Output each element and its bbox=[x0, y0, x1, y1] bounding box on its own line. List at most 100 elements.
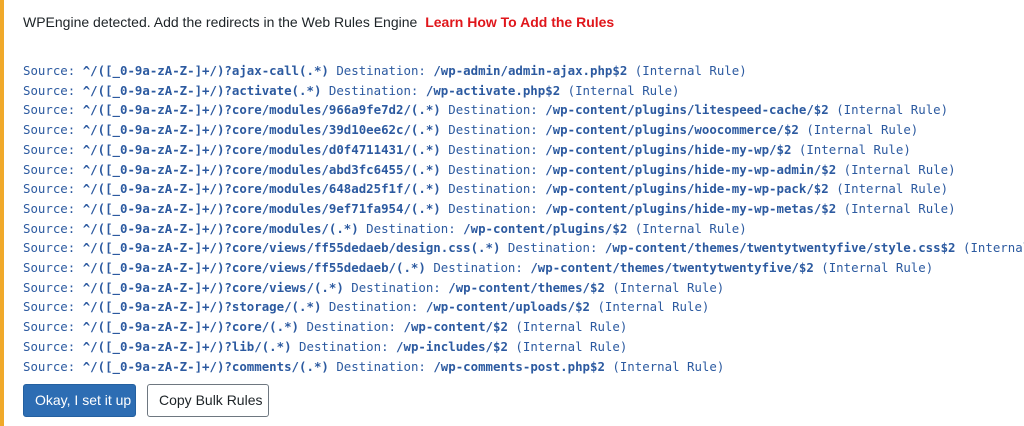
rule-source: ^/([_0-9a-zA-Z-]+/)?activate(.*) bbox=[82, 82, 322, 98]
rule-destination-label: Destination: bbox=[328, 82, 419, 98]
rule-destination: /wp-content/themes/twentytwentyfive/$2 bbox=[530, 260, 814, 276]
rule-destination: /wp-comments-post.php$2 bbox=[433, 358, 605, 374]
rule-destination: /wp-content/plugins/hide-my-wp-admin/$2 bbox=[545, 161, 837, 177]
rule-source: ^/([_0-9a-zA-Z-]+/)?core/modules/9ef71fa… bbox=[82, 200, 441, 216]
rule-note: (Internal Rule) bbox=[843, 161, 956, 177]
rule-source-label: Source: bbox=[23, 63, 76, 78]
redirect-rules-list: Source: ^/([_0-9a-zA-Z-]+/)?ajax-call(.*… bbox=[23, 61, 1024, 376]
rule-note: (Internal Rule) bbox=[634, 220, 747, 236]
rule-source: ^/([_0-9a-zA-Z-]+/)?core/modules/abd3fc6… bbox=[82, 161, 441, 177]
rule-destination: /wp-content/plugins/hide-my-wp/$2 bbox=[545, 141, 792, 157]
rule-source-label: Source: bbox=[23, 319, 76, 335]
rule-line: Source: ^/([_0-9a-zA-Z-]+/)?comments/(.*… bbox=[23, 357, 1024, 377]
rule-destination-label: Destination: bbox=[328, 299, 419, 315]
rule-destination: /wp-content/$2 bbox=[403, 319, 508, 335]
rule-source-label: Source: bbox=[23, 338, 76, 354]
copy-bulk-rules-button[interactable]: Copy Bulk Rules bbox=[147, 384, 269, 417]
rule-note: (Internal bbox=[963, 240, 1024, 256]
rule-line: Source: ^/([_0-9a-zA-Z-]+/)?core/modules… bbox=[23, 160, 1024, 180]
rule-line: Source: ^/([_0-9a-zA-Z-]+/)?core/modules… bbox=[23, 100, 1024, 120]
rule-source: ^/([_0-9a-zA-Z-]+/)?comments/(.*) bbox=[82, 358, 329, 374]
rule-source-label: Source: bbox=[23, 279, 76, 295]
rule-source-label: Source: bbox=[23, 200, 76, 216]
rule-source: ^/([_0-9a-zA-Z-]+/)?core/modules/(.*) bbox=[82, 220, 359, 236]
rule-destination-label: Destination: bbox=[507, 240, 598, 256]
rule-line: Source: ^/([_0-9a-zA-Z-]+/)?core/modules… bbox=[23, 140, 1024, 160]
notice-message: WPEngine detected. Add the redirects in … bbox=[23, 14, 418, 30]
rule-note: (Internal Rule) bbox=[798, 141, 911, 157]
rule-destination-label: Destination: bbox=[448, 102, 538, 118]
rule-destination-label: Destination: bbox=[336, 358, 426, 374]
rule-source-label: Source: bbox=[23, 260, 76, 276]
wpengine-notice: WPEngine detected. Add the redirects in … bbox=[0, 0, 1024, 426]
rule-destination: /wp-content/plugins/hide-my-wp-metas/$2 bbox=[545, 200, 837, 216]
rule-source-label: Source: bbox=[23, 299, 76, 315]
rule-source: ^/([_0-9a-zA-Z-]+/)?core/(.*) bbox=[82, 319, 300, 335]
rule-note: (Internal Rule) bbox=[612, 279, 725, 295]
rule-line: Source: ^/([_0-9a-zA-Z-]+/)?ajax-call(.*… bbox=[23, 61, 1024, 81]
rule-source: ^/([_0-9a-zA-Z-]+/)?core/views/(.*) bbox=[82, 279, 344, 295]
rule-note: (Internal Rule) bbox=[806, 122, 919, 138]
rule-destination-label: Destination: bbox=[306, 319, 397, 335]
rule-note: (Internal Rule) bbox=[612, 358, 725, 374]
rule-line: Source: ^/([_0-9a-zA-Z-]+/)?lib/(.*) Des… bbox=[23, 337, 1024, 357]
rule-source: ^/([_0-9a-zA-Z-]+/)?storage/(.*) bbox=[82, 299, 322, 315]
rule-line: Source: ^/([_0-9a-zA-Z-]+/)?core/views/(… bbox=[23, 278, 1024, 298]
rule-source-label: Source: bbox=[23, 161, 76, 177]
rule-line: Source: ^/([_0-9a-zA-Z-]+/)?core/(.*) De… bbox=[23, 317, 1024, 337]
rule-destination: /wp-includes/$2 bbox=[396, 338, 508, 354]
rule-destination: /wp-content/themes/twentytwentyfive/styl… bbox=[604, 240, 956, 256]
rule-note: (Internal Rule) bbox=[836, 102, 949, 118]
rule-line: Source: ^/([_0-9a-zA-Z-]+/)?activate(.*)… bbox=[23, 81, 1024, 101]
rule-source: ^/([_0-9a-zA-Z-]+/)?core/views/ff55dedae… bbox=[82, 260, 426, 276]
rule-destination-label: Destination: bbox=[433, 260, 523, 276]
rule-note: (Internal Rule) bbox=[843, 200, 956, 216]
rule-source: ^/([_0-9a-zA-Z-]+/)?core/modules/39d10ee… bbox=[82, 122, 441, 138]
rule-destination-label: Destination: bbox=[299, 338, 389, 354]
learn-rules-link[interactable]: Learn How To Add the Rules bbox=[425, 14, 614, 30]
rule-line: Source: ^/([_0-9a-zA-Z-]+/)?core/modules… bbox=[23, 199, 1024, 219]
rule-destination-label: Destination: bbox=[336, 63, 426, 78]
rule-note: (Internal Rule) bbox=[634, 63, 747, 78]
rule-destination: /wp-activate.php$2 bbox=[425, 82, 561, 98]
rule-source: ^/([_0-9a-zA-Z-]+/)?core/modules/648ad25… bbox=[82, 181, 441, 197]
rule-note: (Internal Rule) bbox=[821, 260, 934, 276]
rule-line: Source: ^/([_0-9a-zA-Z-]+/)?core/views/f… bbox=[23, 238, 1024, 258]
rule-note: (Internal Rule) bbox=[567, 82, 680, 98]
rule-source-label: Source: bbox=[23, 240, 76, 256]
rule-destination: /wp-content/themes/$2 bbox=[448, 279, 605, 295]
rule-note: (Internal Rule) bbox=[515, 338, 628, 354]
rule-note: (Internal Rule) bbox=[836, 181, 949, 197]
rule-source-label: Source: bbox=[23, 220, 76, 236]
rule-line: Source: ^/([_0-9a-zA-Z-]+/)?core/modules… bbox=[23, 120, 1024, 140]
rule-line: Source: ^/([_0-9a-zA-Z-]+/)?core/views/f… bbox=[23, 258, 1024, 278]
rule-source: ^/([_0-9a-zA-Z-]+/)?core/modules/966a9fe… bbox=[82, 102, 441, 118]
rule-destination-label: Destination: bbox=[448, 161, 538, 177]
rule-note: (Internal Rule) bbox=[597, 299, 710, 315]
rule-source-label: Source: bbox=[23, 102, 76, 118]
rule-note: (Internal Rule) bbox=[515, 319, 628, 335]
rule-source-label: Source: bbox=[23, 122, 76, 138]
okay-set-up-button[interactable]: Okay, I set it up bbox=[23, 384, 136, 417]
notice-headline: WPEngine detected. Add the redirects in … bbox=[23, 12, 614, 32]
rule-source: ^/([_0-9a-zA-Z-]+/)?ajax-call(.*) bbox=[82, 63, 329, 78]
rule-source: ^/([_0-9a-zA-Z-]+/)?core/views/ff55dedae… bbox=[82, 240, 501, 256]
rule-source: ^/([_0-9a-zA-Z-]+/)?lib/(.*) bbox=[82, 338, 292, 354]
rule-destination: /wp-content/plugins/$2 bbox=[463, 220, 628, 236]
rule-destination: /wp-content/uploads/$2 bbox=[425, 299, 590, 315]
rule-source-label: Source: bbox=[23, 82, 76, 98]
rule-destination: /wp-content/plugins/litespeed-cache/$2 bbox=[545, 102, 829, 118]
rule-destination-label: Destination: bbox=[448, 122, 538, 138]
rule-destination: /wp-content/plugins/woocommerce/$2 bbox=[545, 122, 799, 138]
rule-source-label: Source: bbox=[23, 141, 76, 157]
rule-line: Source: ^/([_0-9a-zA-Z-]+/)?core/modules… bbox=[23, 219, 1024, 239]
rule-destination: /wp-content/plugins/hide-my-wp-pack/$2 bbox=[545, 181, 829, 197]
rule-destination-label: Destination: bbox=[351, 279, 441, 295]
rule-source-label: Source: bbox=[23, 181, 76, 197]
rule-destination-label: Destination: bbox=[366, 220, 456, 236]
rule-line: Source: ^/([_0-9a-zA-Z-]+/)?core/modules… bbox=[23, 179, 1024, 199]
rule-destination: /wp-admin/admin-ajax.php$2 bbox=[433, 63, 628, 78]
rule-source-label: Source: bbox=[23, 358, 76, 374]
rule-destination-label: Destination: bbox=[448, 141, 538, 157]
rule-line: Source: ^/([_0-9a-zA-Z-]+/)?storage/(.*)… bbox=[23, 297, 1024, 317]
